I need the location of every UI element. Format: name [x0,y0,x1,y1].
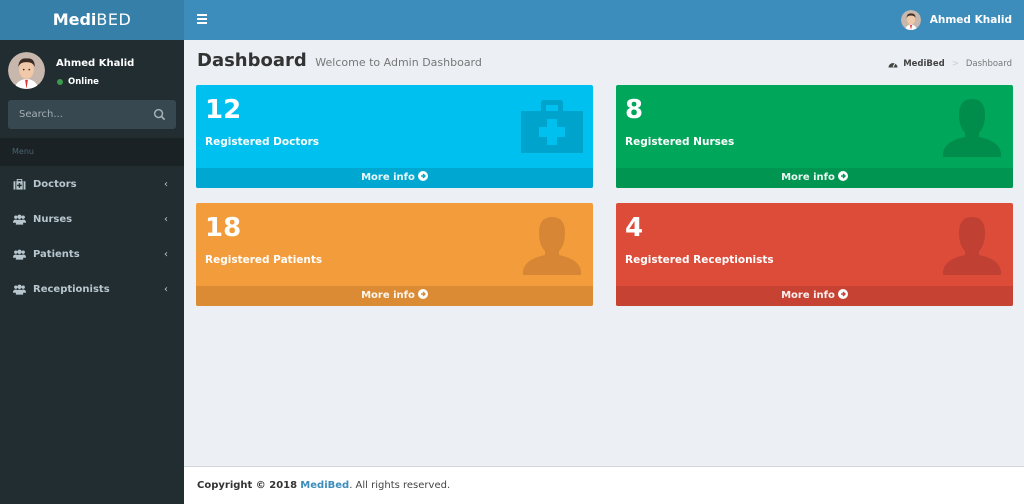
user-icon [523,217,581,275]
avatar [900,10,921,30]
online-dot-icon [57,79,63,85]
sidebar-item-nurses[interactable]: Nurses ‹ [0,202,184,237]
arrow-circle-right-icon [417,289,428,299]
sidebar-item-patients[interactable]: Patients ‹ [0,237,184,272]
logo-bold-text: Medi [52,10,97,29]
breadcrumb-home-label: MediBed [903,59,945,69]
more-info-label: More info [361,290,415,301]
app-logo[interactable]: MediBED [0,0,184,40]
page-footer: Copyright © 2018 MediBed. All rights res… [184,466,1024,504]
arrow-circle-right-icon [417,171,428,181]
rights-text: . All rights reserved. [349,480,451,491]
stat-value: 12 [205,95,242,125]
avatar [8,52,45,89]
more-info-label: More info [781,172,835,183]
chevron-left-icon: ‹ [164,284,168,295]
sidebar-item-label: Patients [33,249,80,260]
user-icon [943,217,1001,275]
more-info-label: More info [781,290,835,301]
sidebar: Ahmed Khalid Online Menu Doctors ‹ [0,40,184,504]
stat-label: Registered Receptionists [625,254,774,266]
stat-value: 4 [625,213,644,243]
more-info-link[interactable]: More info [616,286,1013,306]
sidebar-item-receptionists[interactable]: Receptionists ‹ [0,272,184,307]
page-subtitle: Welcome to Admin Dashboard [315,56,482,69]
stat-label: Registered Patients [205,254,323,266]
arrow-circle-right-icon [837,171,848,181]
medkit-icon [13,179,26,190]
more-info-link[interactable]: More info [196,168,593,188]
more-info-link[interactable]: More info [616,168,1013,188]
arrow-circle-right-icon [837,289,848,299]
user-name: Ahmed Khalid [929,14,1012,26]
content-header: Dashboard Welcome to Admin Dashboard [197,50,482,71]
sidebar-item-label: Nurses [33,214,73,225]
sidebar-item-label: Receptionists [33,284,110,295]
more-info-label: More info [361,172,415,183]
stat-box-doctors: 12 Registered Doctors More info [196,85,593,188]
stat-label: Registered Doctors [205,136,319,148]
breadcrumb-separator: > [951,59,959,69]
copyright-text: Copyright © 2018 [197,480,298,491]
users-icon [13,249,26,260]
stat-label: Registered Nurses [625,136,735,148]
user-icon [943,99,1001,157]
top-navbar: MediBED Ahmed Khalid [0,0,1024,40]
footer-brand-link[interactable]: MediBed [300,480,349,491]
user-status: Online [57,77,99,87]
search-input[interactable] [8,100,148,129]
sidebar-nav: Doctors ‹ Nurses ‹ Patients ‹ Receptioni… [0,167,184,307]
chevron-left-icon: ‹ [164,214,168,225]
chevron-left-icon: ‹ [164,179,168,190]
menu-header: Menu [0,138,184,166]
chevron-left-icon: ‹ [164,249,168,260]
logo-light-text: BED [96,10,132,29]
user-menu[interactable]: Ahmed Khalid [900,9,1012,31]
page-title: Dashboard [197,50,307,71]
stat-box-receptionists: 4 Registered Receptionists More info [616,203,1013,306]
users-icon [13,214,26,225]
more-info-link[interactable]: More info [196,286,593,306]
users-icon [13,284,26,295]
sidebar-user-name: Ahmed Khalid [56,58,135,69]
stat-value: 18 [205,213,242,243]
breadcrumb-current: Dashboard [965,59,1012,69]
stat-box-nurses: 8 Registered Nurses More info [616,85,1013,188]
sidebar-item-label: Doctors [33,179,77,190]
medkit-icon [521,100,583,153]
user-panel: Ahmed Khalid Online [8,46,178,96]
stat-box-patients: 18 Registered Patients More info [196,203,593,306]
status-text: Online [68,77,99,87]
stat-value: 8 [625,95,644,125]
breadcrumb-home[interactable]: MediBed [888,59,945,69]
hamburger-icon[interactable] [197,14,207,25]
sidebar-search [8,100,176,129]
dashboard-icon [888,63,898,68]
breadcrumb: MediBed > Dashboard [888,59,1012,69]
search-icon[interactable] [153,108,166,121]
sidebar-item-doctors[interactable]: Doctors ‹ [0,167,184,202]
